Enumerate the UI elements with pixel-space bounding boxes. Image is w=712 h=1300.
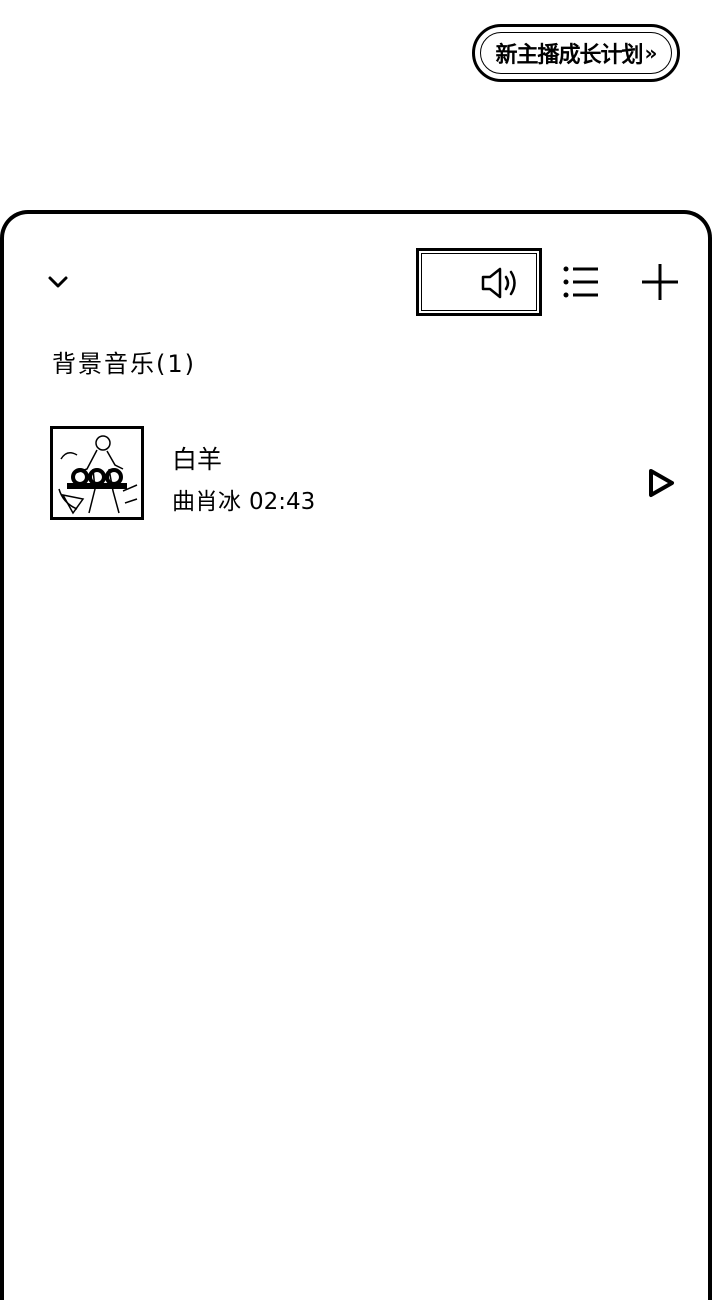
track-title: 白羊 <box>172 445 223 474</box>
playlist-button[interactable] <box>560 262 602 302</box>
play-button[interactable] <box>644 466 678 500</box>
volume-button[interactable] <box>416 248 542 316</box>
play-icon <box>649 469 674 497</box>
section-title: 背景音乐(1) <box>52 350 196 378</box>
growth-plan-label: 新主播成长计划 <box>495 43 644 68</box>
album-cover-guitarist-icon <box>53 429 141 517</box>
top-area: 新主播成长计划 » <box>0 0 712 212</box>
plus-icon <box>642 264 678 300</box>
chevron-down-icon <box>48 276 68 288</box>
track-duration: 02:43 <box>249 489 316 515</box>
album-cover <box>50 426 144 520</box>
music-panel: 背景音乐(1) 白羊 曲肖冰 02:43 <box>0 210 712 1300</box>
add-music-button[interactable] <box>638 260 682 304</box>
track-meta: 曲肖冰 02:43 <box>172 482 315 516</box>
track-artist: 曲肖冰 <box>172 489 241 515</box>
collapse-button[interactable] <box>40 264 76 300</box>
growth-plan-button[interactable]: 新主播成长计划 » <box>472 24 680 82</box>
speaker-icon <box>481 267 516 299</box>
chevron-right-icon: » <box>644 41 658 65</box>
list-icon <box>563 266 598 298</box>
track-row[interactable]: 白羊 曲肖冰 02:43 <box>48 424 688 524</box>
